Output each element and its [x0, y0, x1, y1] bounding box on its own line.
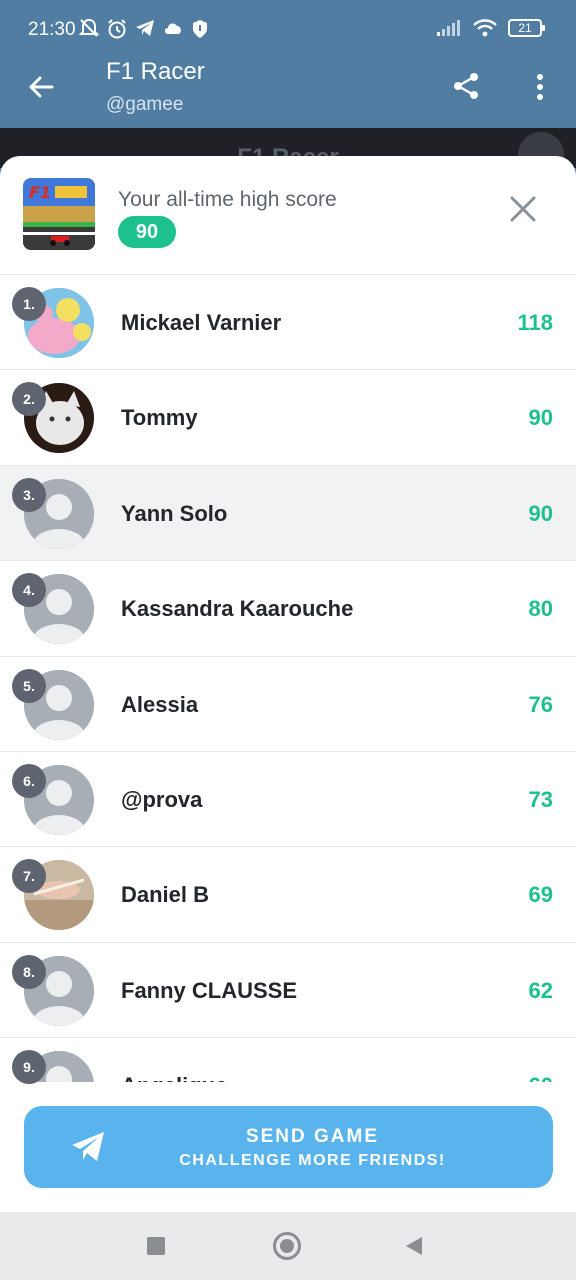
status-bar: 21:30 21 — [0, 0, 576, 58]
nav-back-icon[interactable] — [404, 1235, 424, 1257]
telegram-icon — [136, 20, 154, 36]
player-score: 90 — [528, 405, 553, 431]
rank-badge: 9. — [12, 1050, 46, 1085]
vpn-shield-icon — [193, 20, 207, 38]
player-score: 69 — [528, 882, 553, 908]
leaderboard-row[interactable]: 2. Tommy 90 — [0, 370, 576, 466]
player-name: Mickael Varnier — [121, 310, 282, 335]
player-name: Yann Solo — [121, 500, 228, 526]
notifications-off-icon — [78, 18, 100, 37]
player-score: 62 — [528, 977, 553, 1003]
more-vert-icon[interactable] — [530, 72, 550, 102]
system-nav-bar — [0, 1212, 576, 1280]
status-right-icons: 21 — [436, 18, 545, 38]
rank-badge: 8. — [12, 954, 46, 989]
leaderboard-list: 1. Mickael Varnier 118 2. Tommy 90 3. Yann Solo… — [0, 275, 576, 1134]
player-name: Alessia — [121, 691, 199, 717]
leaderboard-row[interactable]: 3. Yann Solo 90 — [0, 465, 576, 562]
leaderboard-row[interactable]: 4. Kassandra Kaarouche 80 — [0, 561, 576, 657]
player-name: Fanny CLAUSSE — [121, 977, 298, 1003]
rank-badge: 5. — [12, 668, 46, 703]
chat-subtitle: @gamee — [106, 94, 184, 115]
leaderboard-row[interactable]: 7. Daniel B 69 — [0, 847, 576, 943]
wifi-icon — [473, 19, 497, 37]
close-icon[interactable] — [508, 194, 538, 224]
player-name: Daniel B — [121, 882, 210, 908]
cloud-icon — [165, 23, 181, 34]
highscore-header: F1 Your all-time high score 90 — [0, 156, 576, 275]
player-score: 76 — [528, 691, 553, 717]
leaderboard-row[interactable]: 6. @prova 73 — [0, 751, 576, 848]
send-game-label: SEND GAME — [245, 1126, 380, 1147]
leaderboard-sheet: F1 Your all-time high score 90 1. Mickael… — [0, 156, 576, 1212]
player-name: @prova — [121, 786, 203, 812]
chat-title: F1 Racer — [106, 58, 205, 85]
highscore-label: Your all-time high score — [118, 188, 337, 211]
player-name: Kassandra Kaarouche — [121, 596, 354, 622]
rank-badge: 3. — [12, 477, 46, 512]
status-left-icons — [78, 18, 210, 40]
player-score: 118 — [517, 310, 554, 335]
leaderboard-row[interactable]: 5. Alessia 76 — [0, 656, 576, 752]
challenge-label: CHALLENGE MORE FRIENDS! — [179, 1152, 446, 1169]
leaderboard-row[interactable]: 1. Mickael Varnier 118 — [0, 275, 576, 371]
rank-badge: 6. — [12, 763, 46, 798]
send-footer: SEND GAME CHALLENGE MORE FRIENDS! — [0, 1082, 576, 1212]
game-thumbnail: F1 — [23, 178, 95, 250]
arrow-left-icon[interactable] — [26, 72, 56, 102]
share-icon[interactable] — [452, 72, 480, 100]
status-time: 21:30 — [28, 19, 76, 40]
rank-badge: 1. — [12, 287, 46, 321]
app-bar: F1 Racer @gamee — [0, 58, 576, 128]
battery-indicator: 21 — [508, 19, 545, 37]
signal-icon — [437, 20, 460, 36]
home-icon[interactable] — [273, 1232, 301, 1260]
leaderboard-row[interactable]: 8. Fanny CLAUSSE 62 — [0, 942, 576, 1039]
alarm-icon — [108, 19, 126, 39]
rank-badge: 4. — [12, 573, 46, 608]
highscore-badge: 90 — [118, 216, 176, 248]
send-game-button[interactable]: SEND GAME CHALLENGE MORE FRIENDS! — [24, 1106, 553, 1188]
svg-text:F1: F1 — [29, 183, 51, 202]
player-score: 90 — [528, 500, 553, 526]
player-score: 73 — [528, 786, 553, 812]
recents-icon[interactable] — [147, 1237, 165, 1255]
player-score: 80 — [528, 596, 553, 622]
player-name: Tommy — [121, 405, 198, 431]
